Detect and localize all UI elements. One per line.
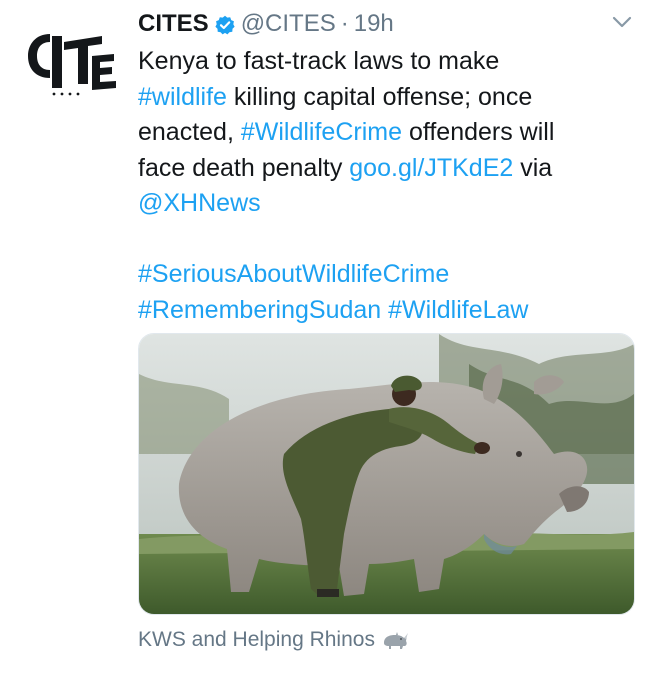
verified-badge-icon: [215, 14, 235, 35]
rhino-photo-illustration: [139, 334, 634, 614]
hashtag-link[interactable]: #WildlifeCrime: [241, 118, 402, 146]
hashtag-link[interactable]: #WildlifeLaw: [388, 296, 528, 324]
tweet: CITES @CITES · 19h Kenya to fast-track l…: [0, 0, 656, 673]
tweet-header: CITES @CITES · 19h: [138, 6, 616, 42]
tweet-text-line: #SeriousAboutWildlifeCrime: [138, 257, 608, 293]
mention-link[interactable]: @XHNews: [138, 189, 261, 217]
text-segment: Kenya to fast-track laws to make: [138, 47, 500, 75]
hashtag-link[interactable]: #RememberingSudan: [138, 296, 381, 324]
tweet-text-line: @XHNews: [138, 186, 608, 222]
text-spacer: [138, 222, 608, 258]
cites-logo-icon[interactable]: [22, 22, 122, 102]
text-segment: face death penalty: [138, 153, 350, 182]
tweet-photo[interactable]: [138, 333, 635, 615]
media-credit[interactable]: KWS and Helping Rhinos: [138, 625, 409, 655]
text-segment: via: [513, 153, 553, 182]
url-link[interactable]: goo.gl/JTKdE2: [349, 154, 513, 182]
hashtag-link[interactable]: #SeriousAboutWildlifeCrime: [138, 260, 449, 288]
tweet-timestamp[interactable]: 19h: [354, 10, 394, 38]
chevron-down-icon[interactable]: [611, 14, 633, 30]
tweet-text: Kenya to fast-track laws to make #wildli…: [138, 44, 608, 328]
tweet-text-line: #RememberingSudan #WildlifeLaw: [138, 293, 608, 329]
tweet-text-line: Kenya to fast-track laws to make: [138, 44, 608, 80]
text-segment: enacted,: [138, 118, 241, 146]
hashtag-link[interactable]: #wildlife: [138, 83, 227, 111]
separator-dot: ·: [340, 10, 349, 37]
text-segment: killing capital offense; once: [226, 82, 533, 111]
tweet-text-line: face death penalty goo.gl/JTKdE2 via: [138, 151, 608, 187]
author-handle[interactable]: @CITES: [241, 10, 336, 38]
tweet-text-line: #wildlife killing capital offense; once: [138, 80, 608, 116]
rhino-emoji-icon: [381, 629, 409, 651]
author-name[interactable]: CITES: [138, 10, 209, 38]
text-segment: offenders will: [402, 118, 555, 146]
tweet-text-line: enacted, #WildlifeCrime offenders will: [138, 115, 608, 151]
media-credit-text: KWS and Helping Rhinos: [138, 628, 375, 651]
